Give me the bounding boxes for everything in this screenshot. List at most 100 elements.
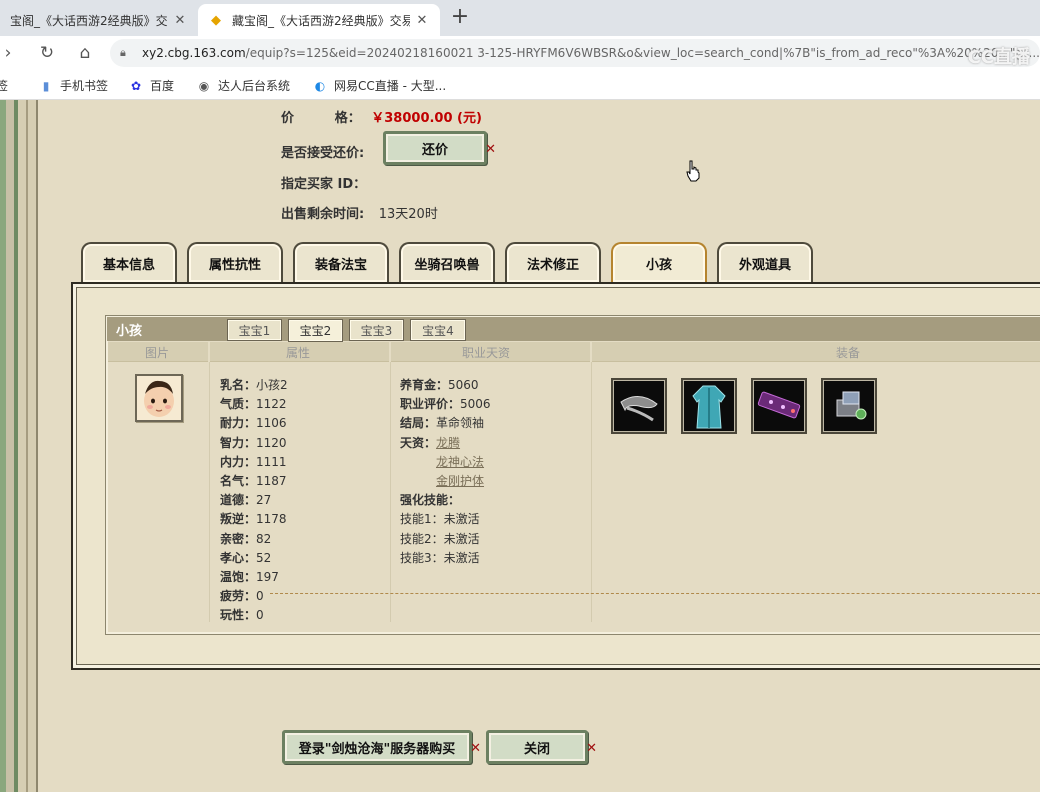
subtab-baby-4[interactable]: 宝宝4 bbox=[410, 319, 466, 341]
skill-label: 强化技能： bbox=[400, 493, 461, 507]
subtab-baby-3[interactable]: 宝宝3 bbox=[349, 319, 404, 341]
address-bar[interactable]: 🔒︎ xy2.cbg.163.com/equip?s=125&eid=20240… bbox=[110, 39, 1040, 67]
ribbon-icon: ✕ bbox=[470, 741, 481, 756]
attribute-label: 耐力： bbox=[220, 416, 257, 430]
bookmark-label: 签 bbox=[0, 79, 9, 93]
tab-basic-info[interactable]: 基本信息 bbox=[81, 242, 177, 282]
buyer-id-label: 指定买家 ID： bbox=[281, 177, 367, 192]
column-label: 属性 bbox=[286, 346, 311, 360]
attribute-value: 1178 bbox=[256, 512, 287, 526]
attribute-value: 1122 bbox=[256, 397, 287, 411]
url-path: /equip?s=125&eid=20240218160021 3-125-HR… bbox=[245, 46, 1040, 60]
browser-tab-2[interactable]: ◆ 藏宝阁_《大话西游2经典版》交易 ✕ bbox=[198, 4, 440, 36]
close-button-label: 关闭 bbox=[523, 741, 550, 757]
tab-label: 坐骑召唤兽 bbox=[414, 257, 480, 273]
tab-mounts-summons[interactable]: 坐骑召唤兽 bbox=[399, 242, 495, 282]
attribute-value: 0 bbox=[256, 608, 264, 622]
price-row: 价 格： ￥38000.00 (元) bbox=[281, 107, 482, 126]
column-header-image: 图片 bbox=[108, 342, 208, 362]
attribute-row: 孝心：52 bbox=[220, 549, 271, 566]
bookmarks-bar: 签 ▮ 手机书签 ✿ 百度 ◉ 达人后台系统 ◐ 网易CC直播 - 大型... bbox=[0, 70, 1040, 100]
home-icon[interactable]: ⌂ bbox=[70, 38, 100, 68]
attribute-value: 小孩2 bbox=[256, 378, 288, 392]
subtab-label: 宝宝3 bbox=[360, 323, 393, 338]
tab-appearance-items[interactable]: 外观道具 bbox=[717, 242, 813, 282]
close-icon[interactable]: ✕ bbox=[414, 13, 430, 28]
favicon-icon: ◆ bbox=[211, 12, 221, 28]
bookmark-label: 网易CC直播 - 大型... bbox=[334, 79, 447, 93]
lock-icon: 🔒︎ bbox=[120, 46, 126, 59]
talent-link[interactable]: 金刚护体 bbox=[436, 474, 484, 488]
bookmark-label: 百度 bbox=[150, 79, 175, 93]
tab-label: 基本信息 bbox=[102, 257, 155, 273]
bookmark-item[interactable]: ◉ 达人后台系统 bbox=[196, 77, 290, 94]
career-eval-row: 职业评价：5006 bbox=[400, 395, 491, 412]
talent-link-row: 金刚护体 bbox=[436, 472, 484, 489]
close-button[interactable]: 关闭 ✕ bbox=[486, 730, 597, 764]
tab-title: 宝阁_《大话西游2经典版》交易 bbox=[10, 13, 168, 28]
attribute-value: 1111 bbox=[256, 455, 287, 469]
new-tab-button[interactable]: + bbox=[446, 4, 474, 32]
talent-link[interactable]: 龙神心法 bbox=[436, 455, 484, 469]
attribute-value: 1106 bbox=[256, 416, 287, 430]
talent-link[interactable]: 龙腾 bbox=[436, 436, 460, 450]
attribute-row: 温饱：197 bbox=[220, 568, 279, 585]
tab-equipment[interactable]: 装备法宝 bbox=[293, 242, 389, 282]
tab-label: 小孩 bbox=[645, 257, 672, 273]
tab-spell-correction[interactable]: 法术修正 bbox=[505, 242, 601, 282]
tab-child[interactable]: 小孩 bbox=[611, 242, 707, 282]
bookmark-item[interactable]: ◐ 网易CC直播 - 大型... bbox=[312, 77, 446, 94]
enhanced-skill-label: 强化技能： bbox=[400, 491, 460, 508]
site-icon: ◉ bbox=[198, 78, 210, 93]
section-divider bbox=[270, 593, 1040, 594]
robe-icon[interactable] bbox=[681, 378, 737, 434]
browser-tab-bar: 宝阁_《大话西游2经典版》交易 ✕ ◆ 藏宝阁_《大话西游2经典版》交易 ✕ + bbox=[0, 0, 1040, 36]
attribute-value: 27 bbox=[256, 493, 272, 507]
support-fund-label: 养育金： bbox=[400, 378, 449, 392]
column-label: 装备 bbox=[836, 346, 861, 360]
weapon-icon[interactable] bbox=[751, 378, 807, 434]
bargain-button-label: 还价 bbox=[421, 142, 448, 158]
bookmark-item[interactable]: ✿ 百度 bbox=[128, 77, 174, 94]
attribute-row: 乳名：小孩2 bbox=[220, 376, 288, 393]
accessory-icon[interactable] bbox=[821, 378, 877, 434]
tab-attributes[interactable]: 属性抗性 bbox=[187, 242, 283, 282]
ending-label: 结局： bbox=[400, 416, 437, 430]
login-buy-label: 登录"剑烛沧海"服务器购买 bbox=[298, 741, 456, 757]
subtab-baby-1[interactable]: 宝宝1 bbox=[227, 319, 282, 341]
attribute-label: 亲密： bbox=[220, 532, 257, 546]
attribute-value: 52 bbox=[256, 551, 272, 565]
column-label: 职业天资 bbox=[462, 346, 511, 360]
attribute-label: 气质： bbox=[220, 397, 257, 411]
skill-row: 技能1：未激活 bbox=[400, 510, 480, 527]
reload-icon[interactable]: ↻ bbox=[32, 38, 62, 68]
attribute-label: 温饱： bbox=[220, 570, 257, 584]
phone-bookmark-icon: ▮ bbox=[42, 78, 50, 93]
attribute-value: 1187 bbox=[256, 474, 287, 488]
attribute-row: 疲劳：0 bbox=[220, 587, 264, 604]
bargain-button[interactable]: 还价 ✕ bbox=[383, 131, 496, 165]
belt-icon[interactable] bbox=[611, 378, 667, 434]
attribute-label: 智力： bbox=[220, 436, 257, 450]
subtab-label: 宝宝2 bbox=[299, 324, 332, 338]
tab-label: 属性抗性 bbox=[208, 257, 261, 273]
close-icon[interactable]: ✕ bbox=[172, 13, 188, 28]
time-label: 出售剩余时间: bbox=[281, 207, 365, 222]
skill-name: 技能1： bbox=[400, 512, 444, 526]
url-host: xy2.cbg.163.com bbox=[142, 46, 246, 60]
bookmark-item[interactable]: ▮ 手机书签 bbox=[38, 77, 108, 94]
column-header-equipment: 装备 bbox=[592, 342, 1040, 362]
cc-icon: ◐ bbox=[314, 78, 326, 93]
child-avatar bbox=[135, 374, 183, 422]
login-buy-button[interactable]: 登录"剑烛沧海"服务器购买 ✕ bbox=[282, 730, 481, 764]
column-divider bbox=[591, 362, 592, 622]
attribute-row: 名气：1187 bbox=[220, 472, 287, 489]
support-fund-value: 5060 bbox=[448, 378, 479, 392]
browser-toolbar: › ↻ ⌂ 🔒︎ xy2.cbg.163.com/equip?s=125&eid… bbox=[0, 36, 1040, 70]
forward-icon[interactable]: › bbox=[0, 38, 16, 68]
column-divider bbox=[209, 362, 210, 622]
baidu-icon: ✿ bbox=[130, 78, 142, 93]
subtab-baby-2[interactable]: 宝宝2 bbox=[288, 319, 343, 342]
browser-tab-1[interactable]: 宝阁_《大话西游2经典版》交易 ✕ bbox=[0, 4, 198, 36]
bookmark-item[interactable]: 签 bbox=[0, 77, 8, 94]
